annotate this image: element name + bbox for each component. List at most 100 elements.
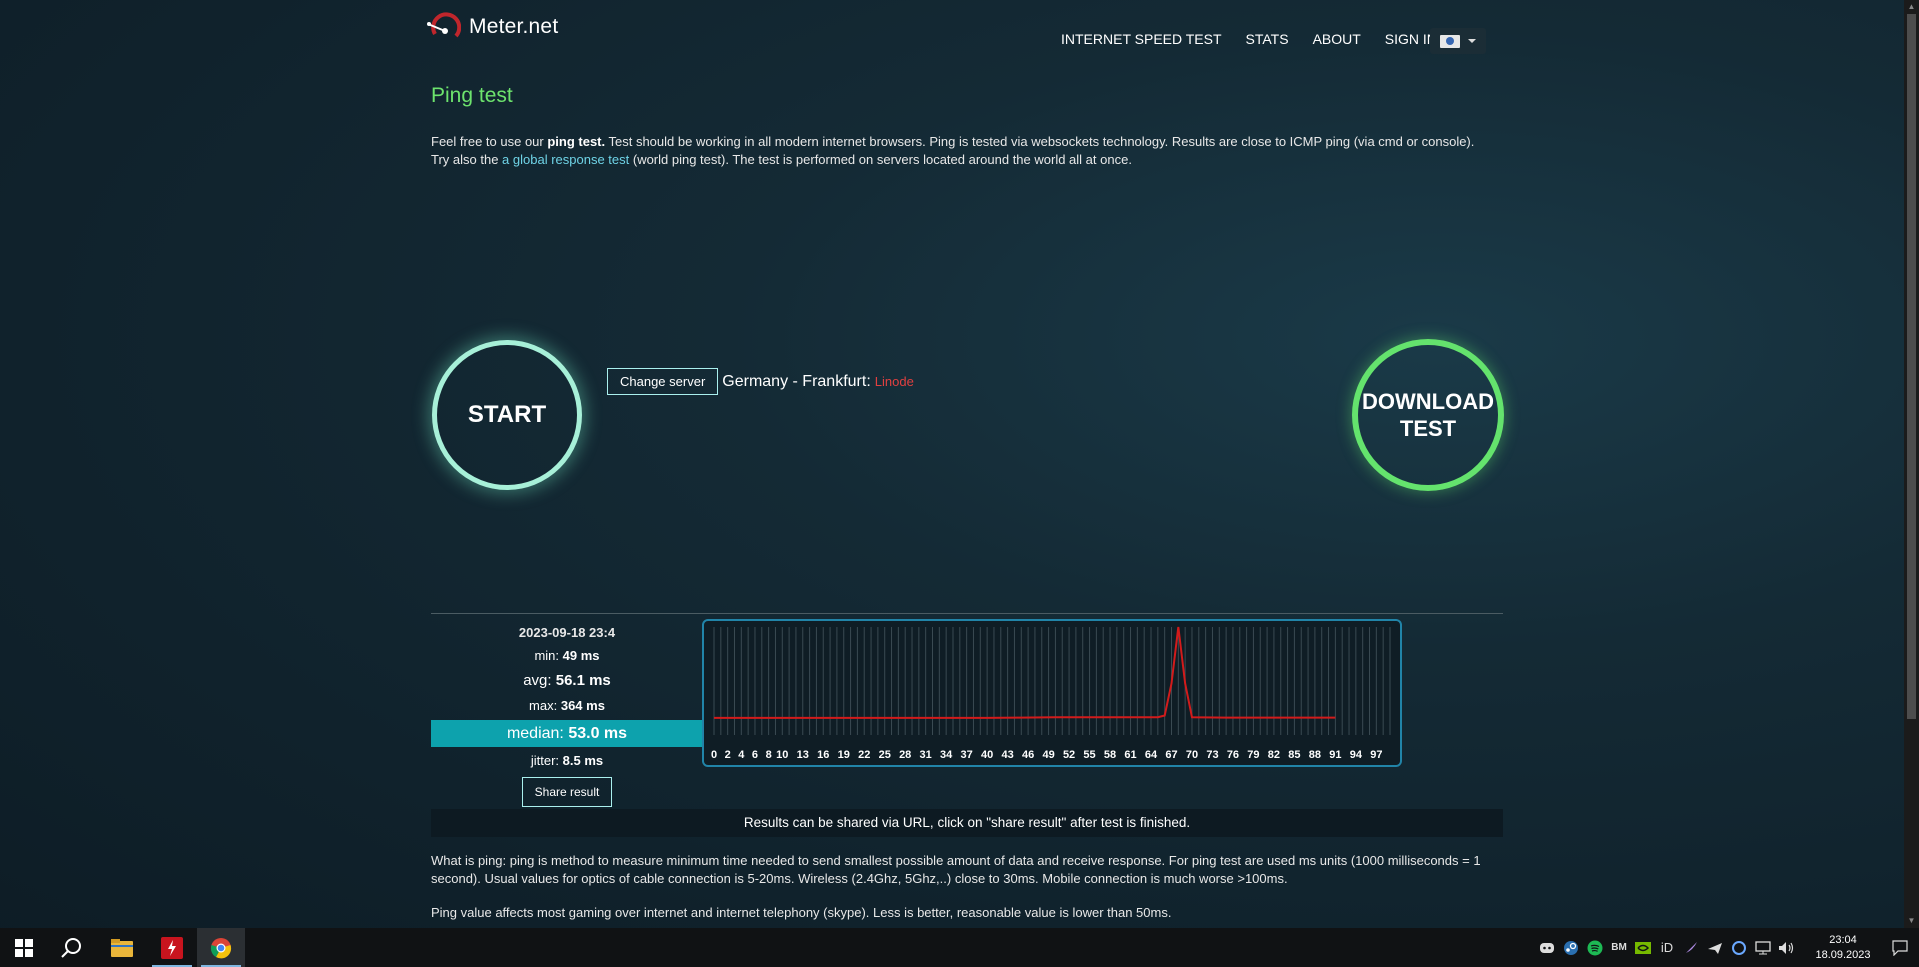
intro-text: Feel free to use our ping test. Test sho… [431,133,1511,169]
ping-chart-svg: 0 2 4 6 8 10 13 16 19 22 25 28 31 34 37 40 43 46 49 52 55 58 6… [711,626,1391,761]
result-jitter: jitter: 8.5 ms [431,749,703,773]
scroll-down-icon[interactable]: ▼ [1904,914,1919,928]
lightning-app-icon [161,936,183,959]
spotify-glyph-icon [1587,940,1603,955]
nvidia-icon[interactable] [1633,938,1653,958]
chart-x-tick-label: 85 [1288,749,1300,761]
chart-x-tick-label: 91 [1329,749,1341,761]
chart-x-tick-label: 34 [940,749,953,761]
notification-icon[interactable] [1881,928,1919,967]
system-tray: BM iD 23:04 18.09.2023 [1535,928,1919,967]
nav-about[interactable]: ABOUT [1313,31,1361,47]
chart-x-tick-label: 22 [858,749,870,761]
steam-icon[interactable] [1561,938,1581,958]
chart-x-tick-label: 61 [1124,749,1136,761]
folder-icon [111,938,133,957]
change-server-button[interactable]: Change server [607,368,719,395]
chart-x-tick-label: 97 [1370,749,1382,761]
red-app-icon[interactable] [148,928,196,967]
result-median: median: 53.0 ms [431,720,703,747]
avg-label: avg: [523,672,552,689]
chart-x-tick-label: 4 [738,749,745,761]
speaker-icon [1779,941,1794,954]
download-test-button[interactable]: DOWNLOAD TEST [1352,339,1504,491]
plane-icon[interactable] [1705,938,1725,958]
scroll-up-icon[interactable]: ▲ [1904,0,1919,14]
file-explorer-icon[interactable] [98,928,146,967]
result-max: max: 364 ms [431,694,703,718]
median-value: 53.0 ms [568,725,628,742]
spotify-icon[interactable] [1585,938,1605,958]
chart-x-tick-label: 13 [797,749,809,761]
steam-glyph-icon [1564,940,1578,955]
chart-x-tick-label: 88 [1309,749,1321,761]
search-icon[interactable] [48,928,96,967]
share-note: Results can be shared via URL, click on … [431,809,1503,837]
circle-app-icon[interactable] [1729,938,1749,958]
min-value: 49 ms [562,648,600,663]
intro-text-start: Feel free to use our [431,134,548,149]
global-response-test-link[interactable]: a global response test [502,152,629,167]
jitter-value: 8.5 ms [562,753,604,768]
plane-glyph-icon [1708,942,1722,954]
nav-stats[interactable]: STATS [1246,31,1289,47]
chevron-down-icon [1468,39,1476,43]
circle-glyph-icon [1732,940,1746,955]
page-scrollbar[interactable]: ▲ ▼ [1904,0,1919,928]
language-selector[interactable] [1430,28,1486,54]
bm-tray-icon[interactable]: BM [1609,938,1629,958]
chart-x-tick-label: 55 [1083,749,1095,761]
chart-x-tick-label: 37 [961,749,973,761]
nav-internet-speed-test[interactable]: INTERNET SPEED TEST [1061,31,1222,47]
network-icon[interactable] [1753,938,1773,958]
share-result-button[interactable]: Share result [521,777,613,807]
chart-x-tick-label: 82 [1268,749,1280,761]
chart-x-tick-label: 40 [981,749,993,761]
chart-x-tick-label: 43 [1001,749,1013,761]
browser-page: Meter.net INTERNET SPEED TEST STATS ABOU… [0,0,1904,928]
chart-x-tick-label: 25 [879,749,891,761]
median-label: median: [506,725,564,742]
windows-logo-icon [15,938,33,957]
page-title: Ping test [431,84,513,107]
chart-x-tick-label: 31 [920,749,932,761]
taskbar: BM iD 23:04 18.09.2023 [0,928,1919,967]
clock-date: 18.09.2023 [1815,948,1871,961]
chart-x-tick-label: 10 [776,749,788,761]
result-min: min: 49 ms [431,644,703,668]
clock[interactable]: 23:04 18.09.2023 [1805,933,1881,963]
nvidia-glyph-icon [1635,941,1651,954]
intro2-text-start: Try also the [431,152,503,167]
volume-icon[interactable] [1777,938,1797,958]
feather-icon[interactable] [1681,938,1701,958]
discord-glyph-icon [1540,942,1554,953]
chart-x-tick-label: 19 [838,749,850,761]
min-label: min: [534,648,560,663]
server-selector: Change server Germany - Frankfurt: Linod… [607,368,914,395]
ping-advice: Ping value affects most gaming over inte… [431,905,1172,920]
site-logo[interactable]: Meter.net [425,12,558,42]
chart-x-tick-label: 76 [1227,749,1239,761]
chart-x-tick-label: 28 [899,749,911,761]
result-timestamp: 2023-09-18 23:4 [518,625,616,640]
ping-results: 2023-09-18 23:4 min: 49 ms avg: 56.1 ms … [431,620,703,807]
chart-x-tick-label: 16 [817,749,829,761]
chart-x-tick-label: 64 [1145,749,1158,761]
logo-text: Meter.net [469,15,559,38]
chart-x-tick-label: 49 [1042,749,1054,761]
start-button[interactable]: START [432,340,582,490]
id-tray-icon[interactable]: iD [1657,938,1677,958]
chart-x-tick-label: 46 [1022,749,1034,761]
chart-x-tick-label: 79 [1247,749,1259,761]
chart-x-tick-label: 6 [752,749,758,761]
max-value: 364 ms [560,698,605,713]
jitter-label: jitter: [530,753,560,768]
speedometer-logo-icon [427,12,461,38]
server-name: Germany - Frankfurt: [722,372,871,390]
chrome-icon[interactable] [197,928,245,967]
scrollbar-thumb[interactable] [1907,14,1916,719]
windows-start-icon[interactable] [0,928,48,967]
discord-icon[interactable] [1537,938,1557,958]
result-avg: avg: 56.1 ms [431,668,703,694]
ping-explanation: What is ping: ping is method to measure … [431,853,1481,886]
